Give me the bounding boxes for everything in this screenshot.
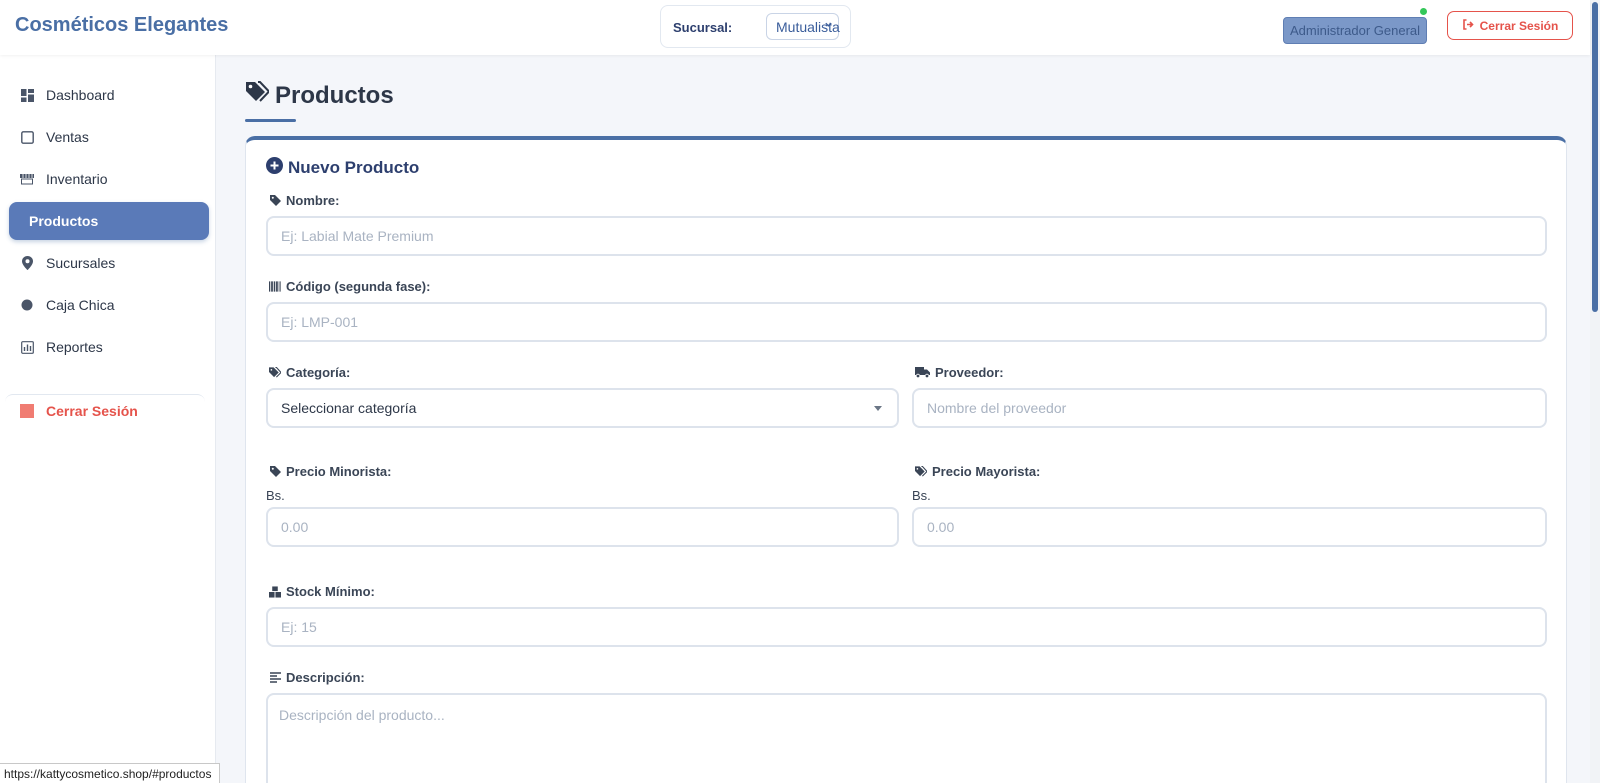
checkbox-icon (20, 130, 34, 144)
caret-down-icon (874, 406, 882, 411)
plus-circle-icon (266, 157, 283, 179)
sidebar-item-productos[interactable]: Productos (9, 202, 209, 240)
branch-selector-box: Sucursal: Mutualista (660, 5, 851, 48)
boxes-icon (269, 585, 281, 598)
precio-mayorista-label: Precio Mayorista: (915, 464, 1040, 479)
proveedor-input[interactable] (912, 388, 1547, 428)
codigo-label: Código (segunda fase): (269, 279, 430, 294)
categoria-select[interactable]: Seleccionar categoría (266, 388, 899, 428)
align-left-icon (269, 672, 281, 684)
nombre-input[interactable] (266, 216, 1547, 256)
sidebar-item-ventas[interactable]: Ventas (9, 118, 209, 156)
sidebar-item-caja-chica[interactable]: Caja Chica (9, 286, 209, 324)
store-icon (20, 172, 34, 186)
barcode-icon (269, 281, 281, 293)
nombre-label: Nombre: (269, 193, 339, 208)
sidebar-item-dashboard[interactable]: Dashboard (9, 76, 209, 114)
sidebar-item-label: Dashboard (46, 87, 115, 103)
sidebar-item-label: Reportes (46, 339, 103, 355)
page-scrollbar[interactable] (1590, 0, 1600, 783)
circle-icon (20, 298, 34, 312)
title-underline (245, 119, 296, 122)
branch-select[interactable]: Mutualista (766, 13, 840, 40)
chevron-down-icon (824, 20, 833, 32)
dashboard-icon (20, 88, 34, 102)
branch-label: Sucursal: (673, 20, 733, 35)
sidebar-item-label: Ventas (46, 129, 89, 145)
currency-prefix: Bs. (912, 488, 931, 503)
precio-minorista-label: Precio Minorista: (269, 464, 391, 479)
descripcion-textarea[interactable] (266, 693, 1547, 783)
header-logout-button[interactable]: Cerrar Sesión (1447, 11, 1573, 40)
tags-icon (915, 466, 927, 478)
sidebar-item-label: Sucursales (46, 255, 116, 271)
precio-mayorista-input[interactable] (912, 507, 1547, 547)
new-product-card: Nuevo Producto Nombre: Código (segunda f… (245, 136, 1567, 783)
card-title: Nuevo Producto (266, 157, 419, 179)
sidebar-item-inventario[interactable]: Inventario (9, 160, 209, 198)
sidebar-item-label: Productos (29, 213, 99, 229)
card-title-text: Nuevo Producto (288, 158, 420, 177)
sidebar-item-reportes[interactable]: Reportes (9, 328, 209, 366)
sign-out-icon (1462, 18, 1474, 33)
codigo-input[interactable] (266, 302, 1547, 342)
brand-title: Cosméticos Elegantes (15, 14, 229, 36)
logout-icon (20, 404, 34, 418)
tag-icon (269, 466, 281, 478)
sidebar-item-label: Caja Chica (46, 297, 115, 313)
sidebar: Dashboard Ventas Inventario Productos Su… (0, 55, 216, 783)
tag-icon (269, 195, 281, 207)
currency-prefix: Bs. (266, 488, 285, 503)
precio-minorista-input[interactable] (266, 507, 899, 547)
descripcion-label: Descripción: (269, 670, 365, 685)
sidebar-logout-button[interactable]: Cerrar Sesión (9, 392, 209, 430)
online-status-dot (1420, 8, 1427, 15)
header-logout-label: Cerrar Sesión (1479, 18, 1559, 33)
stock-minimo-label: Stock Mínimo: (269, 584, 375, 599)
truck-icon (915, 367, 930, 379)
top-header: Cosméticos Elegantes Sucursal: Mutualist… (0, 0, 1590, 55)
sidebar-item-sucursales[interactable]: Sucursales (9, 244, 209, 282)
stock-minimo-input[interactable] (266, 607, 1547, 647)
tags-icon (245, 81, 271, 110)
status-bar-url: https://kattycosmetico.shop/#productos (0, 763, 221, 783)
page-title: Productos (245, 81, 394, 110)
tags-icon (269, 367, 281, 379)
location-pin-icon (20, 256, 34, 270)
sidebar-logout-label: Cerrar Sesión (46, 403, 138, 419)
sidebar-item-label: Inventario (46, 171, 108, 187)
scrollbar-thumb[interactable] (1592, 2, 1598, 312)
page-title-text: Productos (275, 81, 394, 109)
proveedor-label: Proveedor: (915, 365, 1004, 380)
categoria-label: Categoría: (269, 365, 350, 380)
user-role-badge: Administrador General (1283, 17, 1427, 44)
chart-icon (20, 340, 34, 354)
categoria-select-value: Seleccionar categoría (281, 400, 417, 416)
